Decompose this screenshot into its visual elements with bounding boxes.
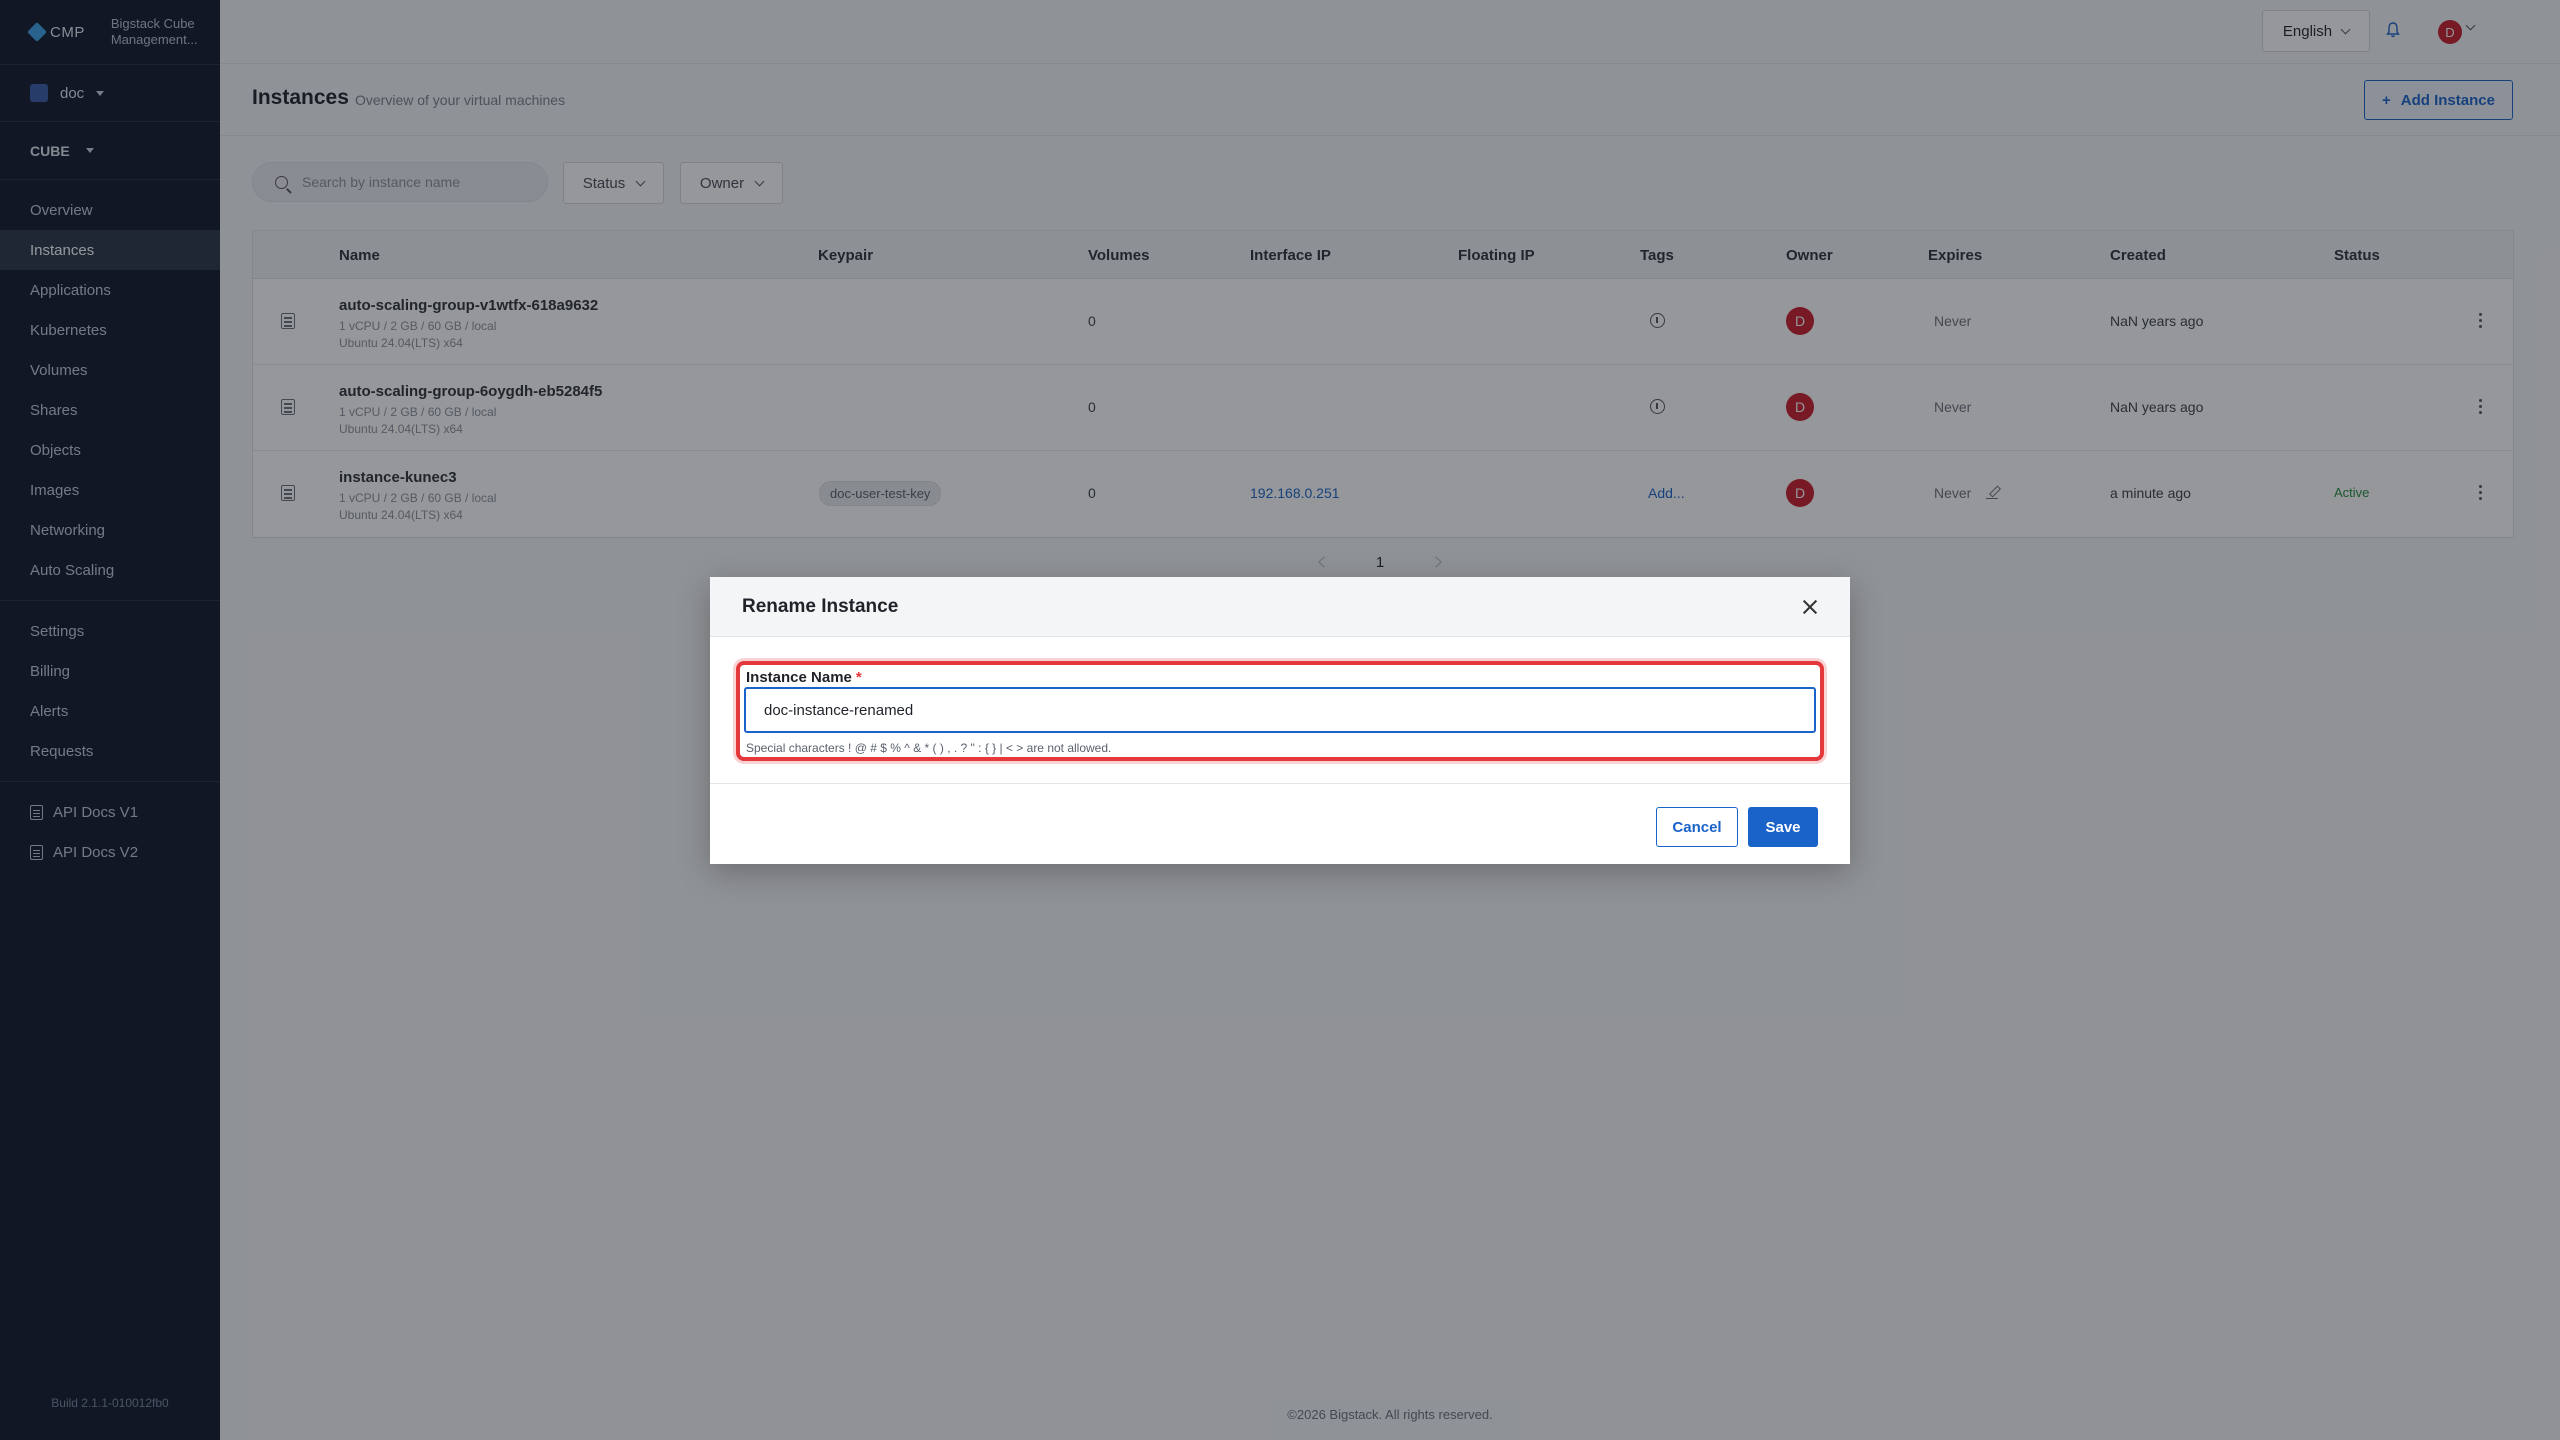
field-label-text: Instance Name: [746, 669, 852, 686]
rename-instance-dialog: Rename Instance Instance Name* Special c…: [710, 577, 1850, 864]
modal-header: Rename Instance: [710, 577, 1850, 637]
field-label: Instance Name *: [746, 669, 862, 686]
modal-footer: Cancel Save: [710, 783, 1850, 864]
instance-name-input[interactable]: [744, 687, 1816, 733]
instance-name-field: Instance Name* Special characters ! @ # …: [736, 661, 1824, 761]
cancel-button[interactable]: Cancel: [1656, 807, 1738, 847]
save-button[interactable]: Save: [1748, 807, 1818, 847]
close-icon[interactable]: [1802, 599, 1818, 615]
field-hint: Special characters ! @ # $ % ^ & * ( ) ,…: [746, 741, 1112, 755]
modal-title: Rename Instance: [742, 596, 899, 617]
required-mark: *: [855, 669, 862, 686]
